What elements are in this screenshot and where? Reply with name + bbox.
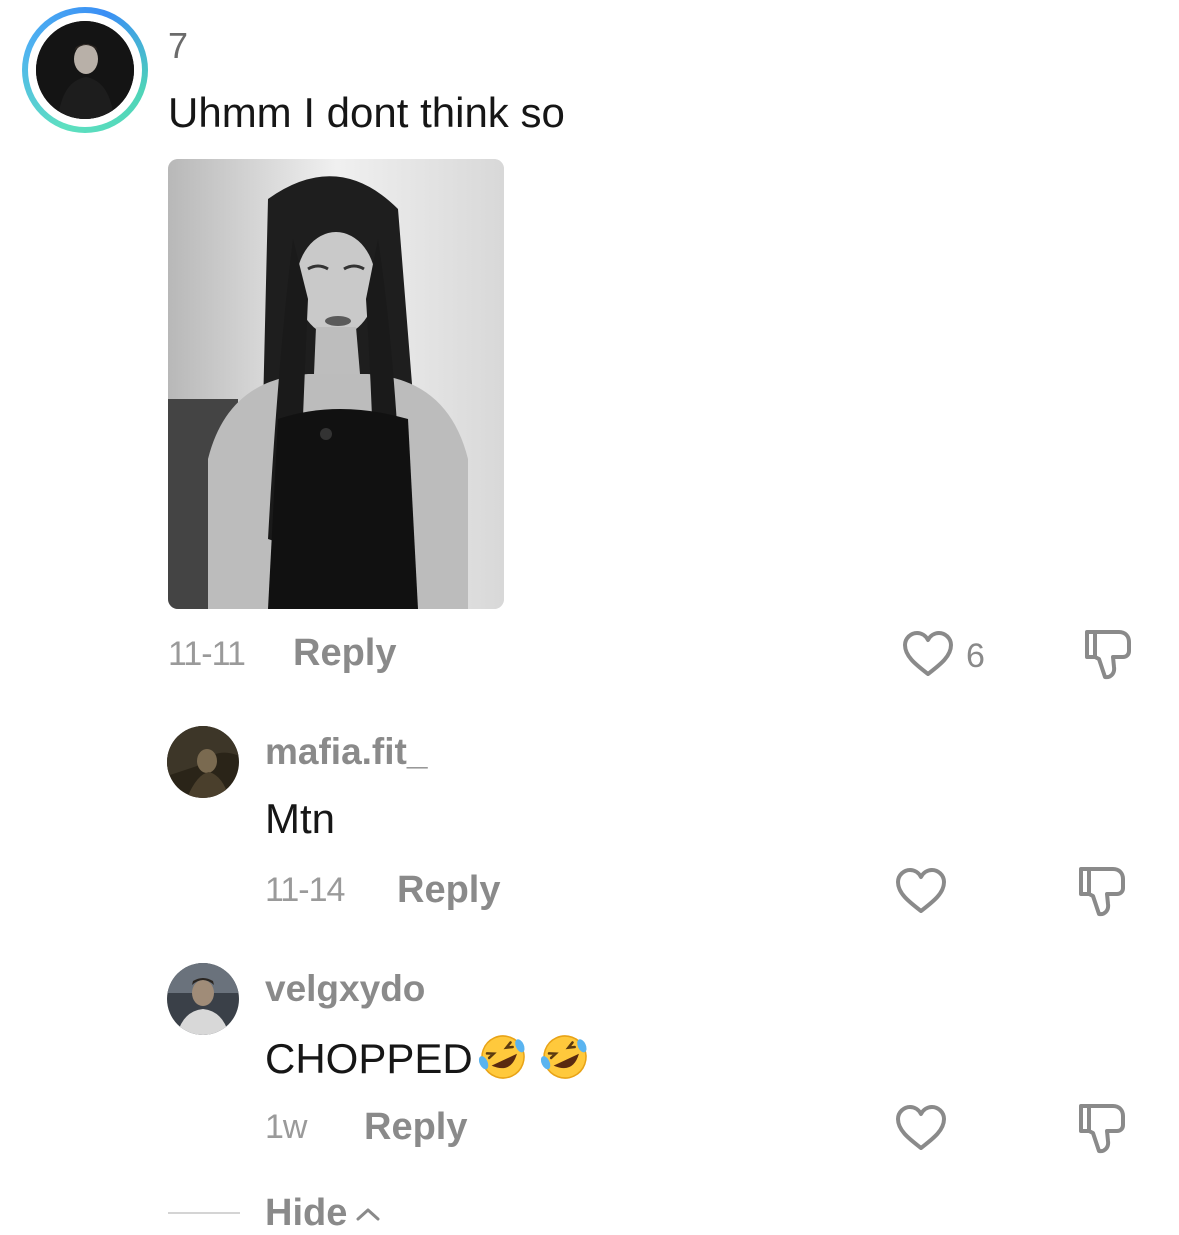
reply-button[interactable]: Reply [364, 1106, 467, 1149]
divider [168, 1212, 240, 1214]
reply-text-content: CHOPPED [265, 1035, 473, 1083]
reply-date: 1w [265, 1108, 307, 1146]
reply-date: 11-14 [265, 871, 345, 909]
comment-text: Uhmm I dont think so [168, 89, 565, 136]
hide-replies-button[interactable]: Hide [265, 1192, 381, 1235]
heart-icon[interactable] [901, 629, 955, 684]
thumbs-down-icon[interactable] [1081, 627, 1133, 686]
comment-username[interactable]: 7 [168, 25, 188, 67]
comment-image[interactable] [168, 159, 504, 609]
comment-date: 11-11 [168, 635, 246, 673]
hide-label: Hide [265, 1192, 348, 1234]
reply-button[interactable]: Reply [293, 632, 396, 675]
heart-icon[interactable] [894, 866, 948, 921]
comments-thread: 7 Uhmm I dont think so 11-11 Reply 6 maf… [0, 0, 1179, 1235]
reply-button[interactable]: Reply [397, 869, 500, 912]
thumbs-down-icon[interactable] [1075, 1101, 1127, 1160]
avatar[interactable] [167, 726, 239, 798]
rolling-on-floor-laughing-icon [537, 1032, 593, 1092]
thumbs-down-icon[interactable] [1075, 864, 1127, 923]
rolling-on-floor-laughing-icon [475, 1032, 531, 1092]
like-count: 6 [966, 637, 985, 675]
avatar[interactable] [36, 21, 134, 119]
reply-text: CHOPPED [265, 1032, 593, 1092]
reply-text: Mtn [265, 795, 336, 842]
heart-icon[interactable] [894, 1103, 948, 1158]
avatar[interactable] [167, 963, 239, 1035]
reply-username[interactable]: mafia.fit_ [265, 731, 427, 773]
chevron-up-icon [356, 1208, 380, 1220]
reply-username[interactable]: velgxydo [265, 968, 425, 1010]
